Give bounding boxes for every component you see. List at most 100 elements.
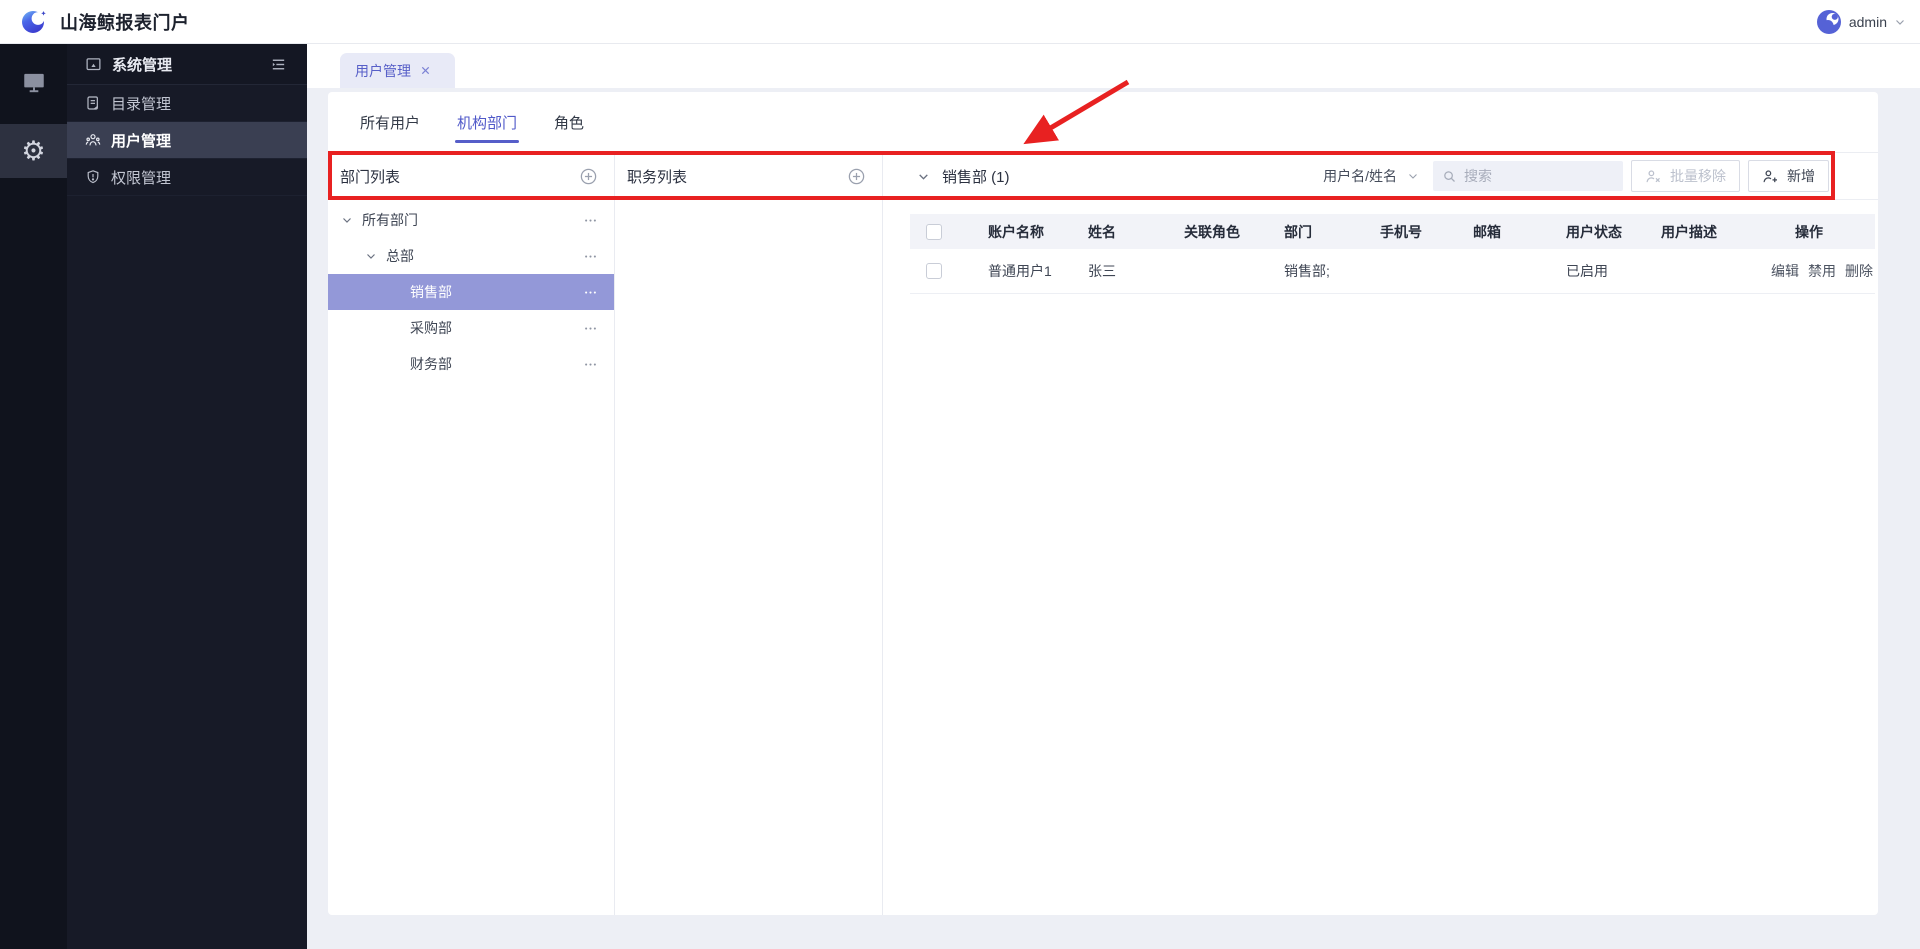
more-actions-icon[interactable] bbox=[583, 249, 598, 264]
col-status: 用户状态 bbox=[1566, 214, 1661, 249]
tab-all-users[interactable]: 所有用户 bbox=[360, 92, 420, 152]
tree-item-sales-dept[interactable]: 销售部 bbox=[328, 274, 614, 310]
group-title: 销售部 (1) bbox=[942, 168, 1010, 186]
table-row: 普通用户1 张三 销售部; 已启用 编辑 禁用 删除 bbox=[910, 249, 1875, 294]
col-dept: 部门 bbox=[1284, 214, 1380, 249]
col-phone: 手机号 bbox=[1380, 214, 1473, 249]
add-user-label: 新增 bbox=[1787, 168, 1815, 184]
select-all-checkbox[interactable] bbox=[926, 223, 942, 240]
more-actions-icon[interactable] bbox=[583, 357, 598, 372]
monitor-icon bbox=[21, 69, 47, 98]
add-position-button[interactable] bbox=[847, 167, 866, 186]
tree-item-purchasing-dept[interactable]: 采购部 bbox=[328, 310, 614, 346]
col-email: 邮箱 bbox=[1473, 214, 1566, 249]
sidebar-item-label: 用户管理 bbox=[111, 132, 172, 150]
batch-remove-label: 批量移除 bbox=[1670, 168, 1726, 184]
user-remove-icon bbox=[1646, 169, 1660, 182]
position-panel: 职务列表 bbox=[615, 153, 883, 915]
cell-phone bbox=[1380, 249, 1473, 294]
delete-action[interactable]: 删除 bbox=[1845, 261, 1873, 281]
icon-rail: ⚙ bbox=[0, 44, 67, 949]
col-name: 姓名 bbox=[1088, 214, 1184, 249]
chevron-down-icon[interactable] bbox=[365, 250, 377, 262]
close-icon[interactable] bbox=[420, 65, 431, 76]
main-card: 所有用户 机构部门 角色 部门列表 所有部门 总部 销售部 采购部 财务部 职务… bbox=[328, 92, 1878, 915]
tree-item-label: 销售部 bbox=[410, 284, 452, 300]
position-panel-title: 职务列表 bbox=[627, 168, 688, 186]
app-logo-icon bbox=[20, 8, 47, 35]
tree-item-label: 所有部门 bbox=[362, 212, 418, 228]
tab-role[interactable]: 角色 bbox=[554, 92, 584, 152]
page-tab-user-management[interactable]: 用户管理 bbox=[340, 53, 455, 88]
cell-desc bbox=[1661, 249, 1771, 294]
document-icon bbox=[87, 96, 99, 110]
sidebar-item-catalog[interactable]: 目录管理 bbox=[67, 85, 307, 122]
department-panel-title: 部门列表 bbox=[340, 168, 401, 186]
more-actions-icon[interactable] bbox=[583, 285, 598, 300]
edit-action[interactable]: 编辑 bbox=[1771, 261, 1799, 281]
tree-item-finance-dept[interactable]: 财务部 bbox=[328, 346, 614, 382]
chevron-down-icon bbox=[1407, 170, 1419, 182]
add-department-button[interactable] bbox=[579, 167, 598, 186]
user-avatar bbox=[1816, 9, 1842, 35]
row-checkbox[interactable] bbox=[926, 262, 942, 279]
tree-item-label: 财务部 bbox=[410, 356, 452, 372]
cell-account: 普通用户1 bbox=[988, 249, 1088, 294]
shield-icon bbox=[87, 170, 99, 184]
rail-dashboard-button[interactable] bbox=[0, 56, 67, 110]
sidebar-item-label: 权限管理 bbox=[111, 169, 172, 187]
department-panel-header: 部门列表 bbox=[328, 153, 614, 200]
tree-item-all-departments[interactable]: 所有部门 bbox=[328, 202, 614, 238]
search-icon bbox=[1444, 170, 1455, 182]
user-menu[interactable]: admin bbox=[1816, 9, 1920, 35]
collapse-menu-icon[interactable] bbox=[270, 56, 287, 73]
cell-status: 已启用 bbox=[1566, 249, 1661, 294]
cell-name: 张三 bbox=[1088, 249, 1184, 294]
page-tab-label: 用户管理 bbox=[355, 62, 411, 79]
brand: 山海鲸报表门户 bbox=[0, 8, 190, 35]
department-panel: 部门列表 所有部门 总部 销售部 采购部 财务部 bbox=[328, 153, 615, 915]
sidebar: 系统管理 目录管理 用户管理 权限管理 bbox=[67, 44, 307, 949]
topbar: 山海鲸报表门户 admin bbox=[0, 0, 1920, 44]
col-roles: 关联角色 bbox=[1184, 214, 1284, 249]
page-tabstrip: 用户管理 bbox=[307, 44, 1920, 88]
sidebar-item-users[interactable]: 用户管理 bbox=[67, 122, 307, 159]
more-actions-icon[interactable] bbox=[583, 321, 598, 336]
tree-item-headquarters[interactable]: 总部 bbox=[328, 238, 614, 274]
batch-remove-button[interactable]: 批量移除 bbox=[1631, 160, 1740, 192]
chevron-down-icon[interactable] bbox=[917, 170, 930, 183]
tab-org-dept[interactable]: 机构部门 bbox=[455, 92, 520, 152]
users-table-wrap: 账户名称 姓名 关联角色 部门 手机号 邮箱 用户状态 用户描述 操作 普通用户… bbox=[910, 214, 1875, 294]
chevron-down-icon[interactable] bbox=[341, 214, 353, 226]
more-actions-icon[interactable] bbox=[583, 213, 598, 228]
disable-action[interactable]: 禁用 bbox=[1808, 261, 1836, 281]
user-view-tabs: 所有用户 机构部门 角色 bbox=[328, 92, 1878, 152]
users-table: 账户名称 姓名 关联角色 部门 手机号 邮箱 用户状态 用户描述 操作 普通用户… bbox=[910, 214, 1875, 294]
username: admin bbox=[1848, 13, 1887, 30]
app-title: 山海鲸报表门户 bbox=[60, 12, 190, 33]
tree-item-label: 总部 bbox=[386, 248, 414, 264]
table-header-row: 账户名称 姓名 关联角色 部门 手机号 邮箱 用户状态 用户描述 操作 bbox=[910, 214, 1875, 249]
gear-icon: ⚙ bbox=[21, 135, 46, 167]
search-box[interactable] bbox=[1433, 161, 1623, 191]
col-account: 账户名称 bbox=[988, 214, 1088, 249]
cell-roles bbox=[1184, 249, 1284, 294]
sidebar-item-label: 目录管理 bbox=[111, 95, 172, 113]
chevron-down-icon bbox=[1894, 16, 1906, 28]
users-panel: 销售部 (1) 用户名/姓名 搜索 批量移除 新增 账户名称 姓名 关联角色 部… bbox=[883, 153, 1878, 915]
col-operations: 操作 bbox=[1771, 214, 1875, 249]
sidebar-section-header: 系统管理 bbox=[67, 44, 307, 85]
add-user-button[interactable]: 新增 bbox=[1748, 160, 1829, 192]
sidebar-item-permissions[interactable]: 权限管理 bbox=[67, 159, 307, 196]
users-panel-header: 销售部 (1) 用户名/姓名 搜索 批量移除 新增 bbox=[883, 153, 1878, 200]
search-input[interactable] bbox=[1464, 168, 1604, 184]
col-desc: 用户描述 bbox=[1661, 214, 1771, 249]
panels: 部门列表 所有部门 总部 销售部 采购部 财务部 职务列表 销售部 (1) 用户… bbox=[328, 152, 1878, 915]
content-area: 用户管理 所有用户 机构部门 角色 部门列表 所有部门 总部 销售部 采购部 财… bbox=[307, 44, 1920, 949]
window-icon bbox=[86, 57, 101, 70]
cell-email bbox=[1473, 249, 1566, 294]
position-panel-header: 职务列表 bbox=[615, 153, 882, 200]
rail-settings-button[interactable]: ⚙ bbox=[0, 124, 67, 178]
filter-field-dropdown[interactable]: 用户名/姓名 bbox=[1323, 166, 1419, 186]
user-add-icon bbox=[1763, 169, 1778, 182]
